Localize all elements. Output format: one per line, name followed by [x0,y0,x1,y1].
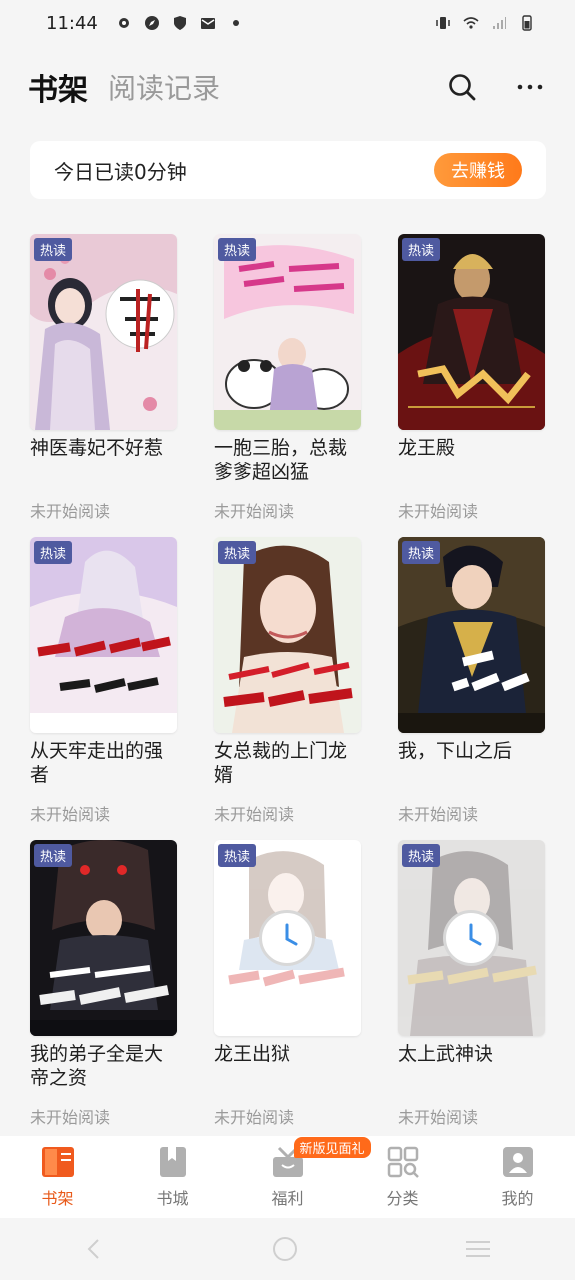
vibrate-icon [436,17,450,29]
loading-clock-icon [443,910,499,966]
status-bar: 11:44 [0,0,575,46]
nav-label: 书城 [156,1189,189,1208]
battery-icon [522,15,532,31]
book-item[interactable]: 热读 太上武神诀 未开始阅读 [398,840,546,1143]
daily-reading-banner: 今日已读0分钟 去赚钱 [30,141,546,199]
more-icon [517,84,543,90]
book-item[interactable]: 热读 我的弟子全是大帝之资 未开始阅读 [30,840,178,1143]
nav-label: 分类 [386,1189,419,1208]
signal-icon [493,17,506,29]
book-title: 我的弟子全是大帝之资 [30,1043,164,1089]
book-status: 未开始阅读 [214,1108,295,1127]
hot-tag: 热读 [218,541,257,564]
book-cover[interactable]: 热读 [398,840,545,1036]
daily-reading-text: 今日已读0分钟 [54,159,187,184]
nav-bookstore[interactable]: 书城 [133,1145,213,1209]
search-icon [449,74,476,101]
book-status: 未开始阅读 [398,502,479,521]
status-time: 11:44 [46,12,98,34]
book-cover[interactable]: 热读 [30,537,177,733]
nav-welfare[interactable]: 新版见面礼 福利 [248,1137,371,1209]
book-cover[interactable]: 热读 [214,234,361,430]
book-status: 未开始阅读 [214,805,295,824]
book-item[interactable]: 热读 一胞三胎，总裁爹爹超凶猛 未开始阅读 [214,234,362,537]
bottom-nav: 书架 书城 新版见面礼 福利 分类 我的 [0,1136,575,1218]
book-title: 一胞三胎，总裁爹爹超凶猛 [214,437,348,483]
book-cover[interactable]: 热读 [398,234,545,430]
book-status: 未开始阅读 [214,502,295,521]
book-cover[interactable]: 热读 [30,840,177,1036]
home-icon[interactable] [272,1236,298,1262]
book-status: 未开始阅读 [398,1108,479,1127]
hot-tag: 热读 [34,844,73,867]
dot-icon [232,20,239,26]
search-button[interactable] [445,70,479,104]
book-item[interactable]: 热读 龙王出狱 未开始阅读 [214,840,362,1143]
book-status: 未开始阅读 [398,805,479,824]
book-title: 我，下山之后 [398,740,513,762]
book-title: 龙王出狱 [214,1043,291,1065]
bookstore-icon [159,1147,186,1177]
book-title: 神医毒妃不好惹 [30,437,164,459]
hot-tag: 热读 [402,238,441,261]
category-icon [387,1146,419,1178]
book-title: 从天牢走出的强者 [30,740,164,786]
system-nav-bar [0,1218,575,1280]
book-title: 龙王殿 [398,437,456,459]
bookshelf-icon [41,1147,74,1177]
hot-tag: 热读 [218,844,257,867]
book-cover[interactable]: 热读 [398,537,545,733]
hot-tag: 热读 [34,238,73,261]
nav-label: 书架 [41,1189,74,1208]
new-user-badge: 新版见面礼 [293,1137,371,1158]
wifi-icon [463,17,479,29]
hot-tag: 热读 [34,541,73,564]
profile-icon [502,1147,533,1177]
book-status: 未开始阅读 [30,805,111,824]
bookshelf-grid: 热读 神医毒妃不好惹 未开始阅读 热读 一胞三胎，总裁爹爹超凶猛 未开始阅读 热… [30,234,546,1143]
menu-icon[interactable] [464,1237,492,1261]
nav-category[interactable]: 分类 [363,1145,443,1209]
header: 书架 阅读记录 [0,62,575,112]
earn-money-button[interactable]: 去赚钱 [434,153,522,187]
hot-tag: 热读 [218,238,257,261]
hot-tag: 热读 [402,844,441,867]
compass-icon [144,16,159,30]
book-item[interactable]: 热读 我，下山之后 未开始阅读 [398,537,546,840]
mail-icon [200,18,215,29]
hot-tag: 热读 [402,541,441,564]
back-icon[interactable] [83,1237,107,1261]
book-cover[interactable]: 热读 [214,537,361,733]
loading-clock-icon [259,910,315,966]
tab-reading-history[interactable]: 阅读记录 [108,67,220,107]
book-title: 太上武神诀 [398,1043,494,1065]
book-cover[interactable]: 热读 [214,840,361,1036]
book-cover[interactable]: 热读 [30,234,177,430]
book-status: 未开始阅读 [30,502,111,521]
book-item[interactable]: 热读 女总裁的上门龙婿 未开始阅读 [214,537,362,840]
book-item[interactable]: 热读 龙王殿 未开始阅读 [398,234,546,537]
book-title: 女总裁的上门龙婿 [214,740,348,786]
nav-profile[interactable]: 我的 [478,1145,558,1209]
nav-label: 福利 [271,1189,304,1208]
tab-bookshelf[interactable]: 书架 [28,65,88,109]
book-item[interactable]: 热读 神医毒妃不好惹 未开始阅读 [30,234,178,537]
book-status: 未开始阅读 [30,1108,111,1127]
shield-icon [173,16,186,30]
nav-bookshelf[interactable]: 书架 [18,1145,98,1209]
nav-label: 我的 [501,1189,534,1208]
more-button[interactable] [513,70,547,104]
settings-icon [118,18,129,28]
book-item[interactable]: 热读 从天牢走出的强者 未开始阅读 [30,537,178,840]
